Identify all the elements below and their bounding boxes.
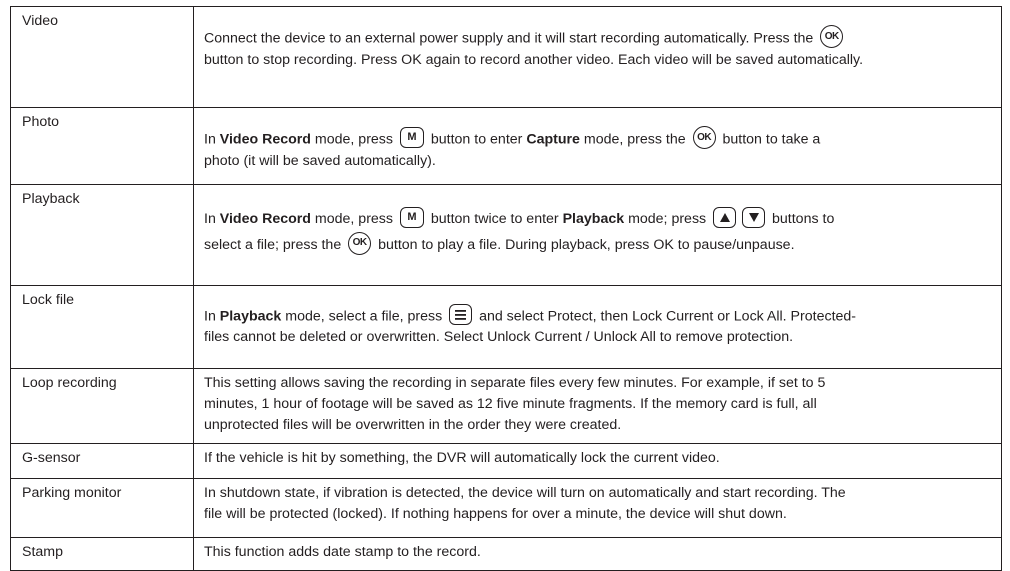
description-text: button to play a file. During playback, … <box>374 237 795 253</box>
description-text: Connect the device to an external power … <box>204 30 818 47</box>
description-line: In shutdown state, if vibration is detec… <box>204 483 993 504</box>
feature-name: Parking monitor <box>10 478 194 538</box>
description-text: photo (it will be saved automatically). <box>204 153 436 169</box>
feature-description: This setting allows saving the recording… <box>193 368 1002 444</box>
table-row: Video Connect the device to an external … <box>10 6 1002 108</box>
description-line: Connect the device to an external power … <box>204 25 993 50</box>
description-text: mode, press the <box>579 131 690 148</box>
menu-button-icon <box>449 304 473 325</box>
table-row: G-sensor If the vehicle is hit by someth… <box>10 443 1002 479</box>
description-text: unprotected files will be overwritten in… <box>204 417 622 433</box>
description-line: unprotected files will be overwritten in… <box>204 415 993 436</box>
down-arrow-button-icon <box>742 206 766 228</box>
mode-name: Video Record <box>219 211 311 227</box>
feature-name: Lock file <box>10 285 194 369</box>
table-row: Playback In Video Record mode, press M b… <box>10 184 1002 286</box>
description-line: This setting allows saving the recording… <box>204 373 993 394</box>
mode-name: Capture <box>526 131 580 148</box>
description-text: button to take a <box>718 131 821 148</box>
description-text: buttons to <box>768 211 835 227</box>
description-text: In shutdown state, if vibration is detec… <box>204 485 846 501</box>
description-text: In <box>204 131 220 148</box>
mode-name: Playback <box>219 308 282 325</box>
feature-name: Playback <box>10 184 194 286</box>
table-row: Stamp This function adds date stamp to t… <box>10 537 1002 571</box>
description-text: and select Protect, then Lock Current or… <box>475 308 857 325</box>
description-line: In Video Record mode, press M button twi… <box>204 205 993 233</box>
feature-name: Video <box>10 6 194 108</box>
description-text: In <box>204 308 220 325</box>
feature-description: This function adds date stamp to the rec… <box>193 537 1002 571</box>
description-text: mode, press <box>310 131 397 148</box>
description-text: button twice to enter <box>426 211 563 227</box>
feature-description: Connect the device to an external power … <box>193 6 1002 108</box>
description-line: In Playback mode, select a file, press a… <box>204 304 993 327</box>
ok-button-icon: OK <box>820 25 844 48</box>
description-line: In Video Record mode, press M button to … <box>204 126 993 151</box>
feature-name: Photo <box>10 107 194 185</box>
description-text: files cannot be deleted or overwritten. … <box>204 329 794 346</box>
feature-name: Stamp <box>10 537 194 571</box>
ok-button-icon: OK <box>348 231 372 255</box>
table-row: Parking monitor In shutdown state, if vi… <box>10 478 1002 538</box>
description-text: If the vehicle is hit by something, the … <box>204 450 720 466</box>
feature-description: In Playback mode, select a file, press a… <box>193 285 1002 369</box>
description-line: select a file; press the OK button to pl… <box>204 231 993 257</box>
description-text: file will be protected (locked). If noth… <box>204 506 787 522</box>
description-line: files cannot be deleted or overwritten. … <box>204 327 993 348</box>
description-text: minutes, 1 hour of footage will be saved… <box>204 396 817 412</box>
description-text: mode, select a file, press <box>281 308 447 325</box>
table-row: Photo In Video Record mode, press M butt… <box>10 107 1002 185</box>
description-text: button to enter <box>426 131 527 148</box>
description-line: photo (it will be saved automatically). <box>204 151 993 172</box>
description-text: This function adds date stamp to the rec… <box>204 544 481 560</box>
description-line: button to stop recording. Press OK again… <box>204 50 993 71</box>
feature-name: G-sensor <box>10 443 194 479</box>
mode-name: Video Record <box>219 131 311 148</box>
table-row: Loop recording This setting allows savin… <box>10 368 1002 444</box>
description-line: This function adds date stamp to the rec… <box>204 542 993 563</box>
feature-description: In shutdown state, if vibration is detec… <box>193 478 1002 538</box>
description-line: file will be protected (locked). If noth… <box>204 504 993 525</box>
feature-description: In Video Record mode, press M button twi… <box>193 184 1002 286</box>
feature-table: Video Connect the device to an external … <box>10 6 1002 571</box>
ok-button-icon: OK <box>692 126 716 149</box>
mode-name: Playback <box>562 211 625 227</box>
description-text: select a file; press the <box>204 237 346 253</box>
m-button-icon: M <box>399 206 424 228</box>
description-text: mode; press <box>624 211 711 227</box>
description-line: minutes, 1 hour of footage will be saved… <box>204 394 993 415</box>
description-text: button to stop recording. Press OK again… <box>204 52 864 68</box>
m-button-icon: M <box>399 127 424 148</box>
description-text: In <box>204 211 220 227</box>
up-arrow-button-icon <box>713 206 737 228</box>
table-row: Lock file In Playback mode, select a fil… <box>10 285 1002 369</box>
feature-name: Loop recording <box>10 368 194 444</box>
description-line: If the vehicle is hit by something, the … <box>204 448 993 469</box>
description-text: This setting allows saving the recording… <box>204 375 826 391</box>
feature-description: In Video Record mode, press M button to … <box>193 107 1002 185</box>
feature-description: If the vehicle is hit by something, the … <box>193 443 1002 479</box>
description-text: mode, press <box>310 211 397 227</box>
